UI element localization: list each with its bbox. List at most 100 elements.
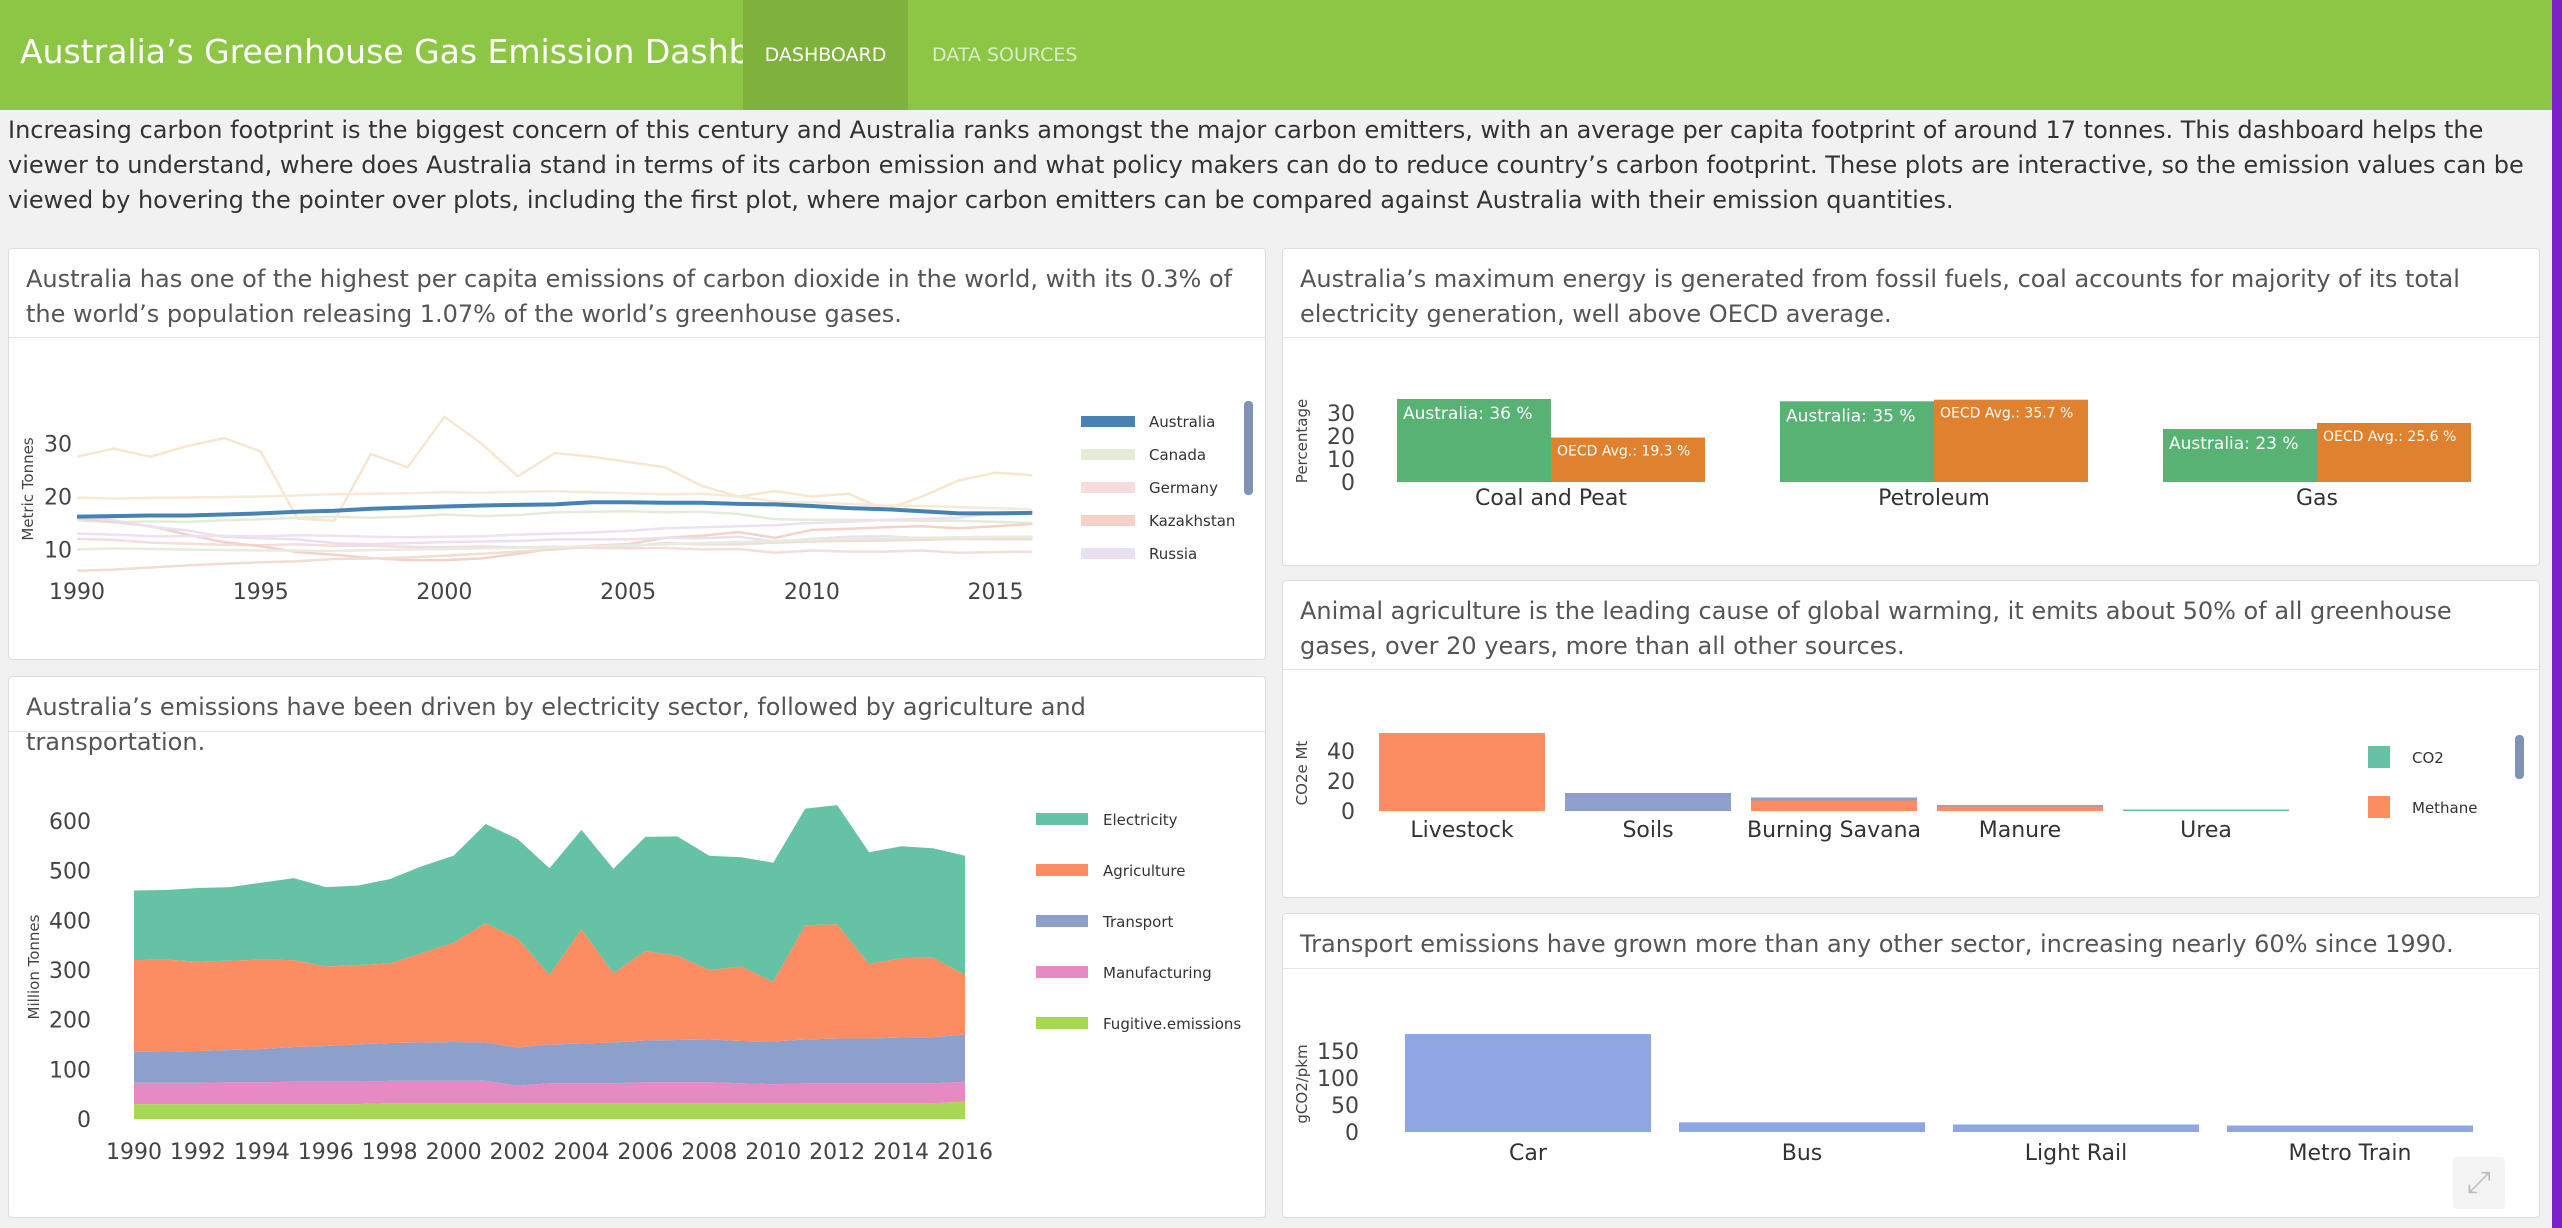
bar (1953, 1124, 2199, 1132)
sectors-area-chart[interactable]: 0 100 200 300 400 500 600 1990 1992 1994 1996 1998 2… (9, 677, 1267, 1219)
bar (2227, 1125, 2473, 1132)
legend-swatch (1081, 416, 1135, 427)
y-tick-label: 30 (44, 432, 72, 457)
data-label: Australia: 35 % (1786, 406, 1916, 426)
y-tick-label: 20 (1327, 770, 1355, 795)
legend-label: Methane (2412, 799, 2478, 817)
bar (1751, 800, 1917, 811)
x-tick-label: 2002 (490, 1140, 546, 1165)
data-label: Australia: 23 % (2169, 434, 2299, 454)
x-tick-label: Light Rail (2025, 1141, 2127, 1166)
energy-bar-chart[interactable]: Australia: 36 % OECD Avg.: 19.3 % Coal and… (1283, 249, 2541, 567)
area-series (134, 1101, 965, 1119)
y-tick-label: 50 (1331, 1094, 1359, 1119)
x-tick-label: 2012 (809, 1140, 865, 1165)
x-tick-label: 2008 (681, 1140, 737, 1165)
tab-data-sources[interactable]: DATA SOURCES (932, 0, 1078, 110)
y-axis-label: gCO2/pkm (1293, 1044, 1311, 1123)
legend-swatch (1036, 813, 1088, 825)
x-tick-label: 2010 (784, 580, 840, 605)
y-axis-label: Million Tonnes (25, 914, 43, 1019)
y-tick-label: 200 (49, 1009, 91, 1034)
x-tick-label: Livestock (1410, 818, 1514, 843)
bar (1405, 1034, 1651, 1132)
agriculture-panel: Animal agriculture is the leading cause … (1282, 580, 2540, 898)
x-tick-label: Urea (2180, 818, 2232, 843)
per-capita-panel: Australia has one of the highest per cap… (8, 248, 1266, 660)
data-label: OECD Avg.: 19.3 % (1557, 444, 1690, 460)
legend-scrollbar (1244, 401, 1253, 495)
bar (1565, 793, 1731, 811)
legend-label: Germany (1149, 479, 1218, 497)
legend-swatch (1081, 515, 1135, 526)
legend-scrollbar (2515, 735, 2524, 779)
y-tick-label: 20 (44, 485, 72, 510)
x-tick-label: Bus (1782, 1141, 1823, 1166)
legend-label: Russia (1149, 545, 1197, 563)
legend-label: Fugitive.emissions (1103, 1015, 1241, 1033)
x-tick-label: 2010 (745, 1140, 801, 1165)
legend-label: Australia (1149, 413, 1215, 431)
bar (1379, 733, 1545, 811)
expand-arrows-icon[interactable]: ⤢ (2453, 1157, 2505, 1209)
y-tick-label: 40 (1327, 740, 1355, 765)
y-axis-label: Metric Tonnes (19, 437, 37, 540)
transport-bar-chart[interactable]: Car Bus Light Rail Metro Train 050100150 gCO2… (1283, 914, 2541, 1219)
window-edge (2552, 0, 2562, 1228)
y-tick-label: 500 (49, 860, 91, 885)
y-tick-label: 20 (1327, 425, 1355, 450)
y-tick-label: 0 (77, 1108, 91, 1133)
y-tick-label: 300 (49, 959, 91, 984)
legend-swatch (1036, 864, 1088, 876)
y-tick-label: 600 (49, 810, 91, 835)
app-title: Australia’s Greenhouse Gas Emission Dash… (20, 32, 824, 71)
data-label: Australia: 36 % (1403, 404, 1533, 424)
x-tick-label: 1992 (170, 1140, 226, 1165)
x-tick-label: 1995 (233, 580, 289, 605)
x-tick-label: 2006 (617, 1140, 673, 1165)
intro-text: Increasing carbon footprint is the bigge… (8, 116, 2524, 214)
bar (1937, 805, 2103, 807)
bar (1679, 1122, 1925, 1132)
y-tick-label: 400 (49, 909, 91, 934)
legend-label: Canada (1149, 446, 1206, 464)
y-tick-label: 30 (1327, 402, 1355, 427)
navbar: Australia’s Greenhouse Gas Emission Dash… (0, 0, 2552, 110)
per-capita-line-chart[interactable]: 10 20 30 1990 1995 2000 2005 2010 2015 Metric Ton… (9, 249, 1267, 661)
legend-label: Electricity (1103, 811, 1178, 829)
agriculture-bar-chart[interactable]: Livestock Soils Burning Savana Manure Urea 0 2… (1283, 581, 2541, 899)
x-tick-label: 2005 (600, 580, 656, 605)
legend-swatch (1081, 482, 1135, 493)
x-tick-label: Metro Train (2289, 1141, 2412, 1166)
sectors-panel: Australia’s emissions have been driven b… (8, 676, 1266, 1218)
x-tick-label: 1994 (234, 1140, 290, 1165)
legend-swatch (1036, 1017, 1088, 1029)
legend-swatch (1036, 915, 1088, 927)
legend-swatch (2368, 746, 2390, 768)
series-line (76, 489, 1033, 511)
tab-dashboard[interactable]: DASHBOARD (743, 0, 908, 110)
x-tick-label: 2000 (416, 580, 472, 605)
x-tick-label: Manure (1979, 818, 2061, 843)
x-tick-label: 2000 (426, 1140, 482, 1165)
x-tick-label: 1996 (298, 1140, 354, 1165)
y-tick-label: 0 (1341, 471, 1355, 496)
x-tick-label: Coal and Peat (1475, 486, 1627, 511)
y-tick-label: 10 (1327, 448, 1355, 473)
bar (1751, 797, 1917, 801)
x-tick-label: Soils (1622, 818, 1673, 843)
legend-label: Kazakhstan (1149, 512, 1235, 530)
y-axis-label: Percentage (1293, 399, 1311, 483)
x-tick-label: Gas (2296, 486, 2338, 511)
legend-label: Transport (1102, 913, 1174, 931)
y-axis-label: CO2e Mt (1293, 741, 1311, 806)
legend-swatch (1081, 548, 1135, 559)
legend-swatch (2368, 796, 2390, 818)
x-tick-label: 1990 (106, 1140, 162, 1165)
bar (2123, 809, 2289, 811)
y-tick-label: 150 (1317, 1040, 1359, 1065)
x-tick-label: Car (1509, 1141, 1548, 1166)
x-tick-label: 2014 (873, 1140, 929, 1165)
legend-label: CO2 (2412, 749, 2444, 767)
x-tick-label: Petroleum (1878, 486, 1990, 511)
